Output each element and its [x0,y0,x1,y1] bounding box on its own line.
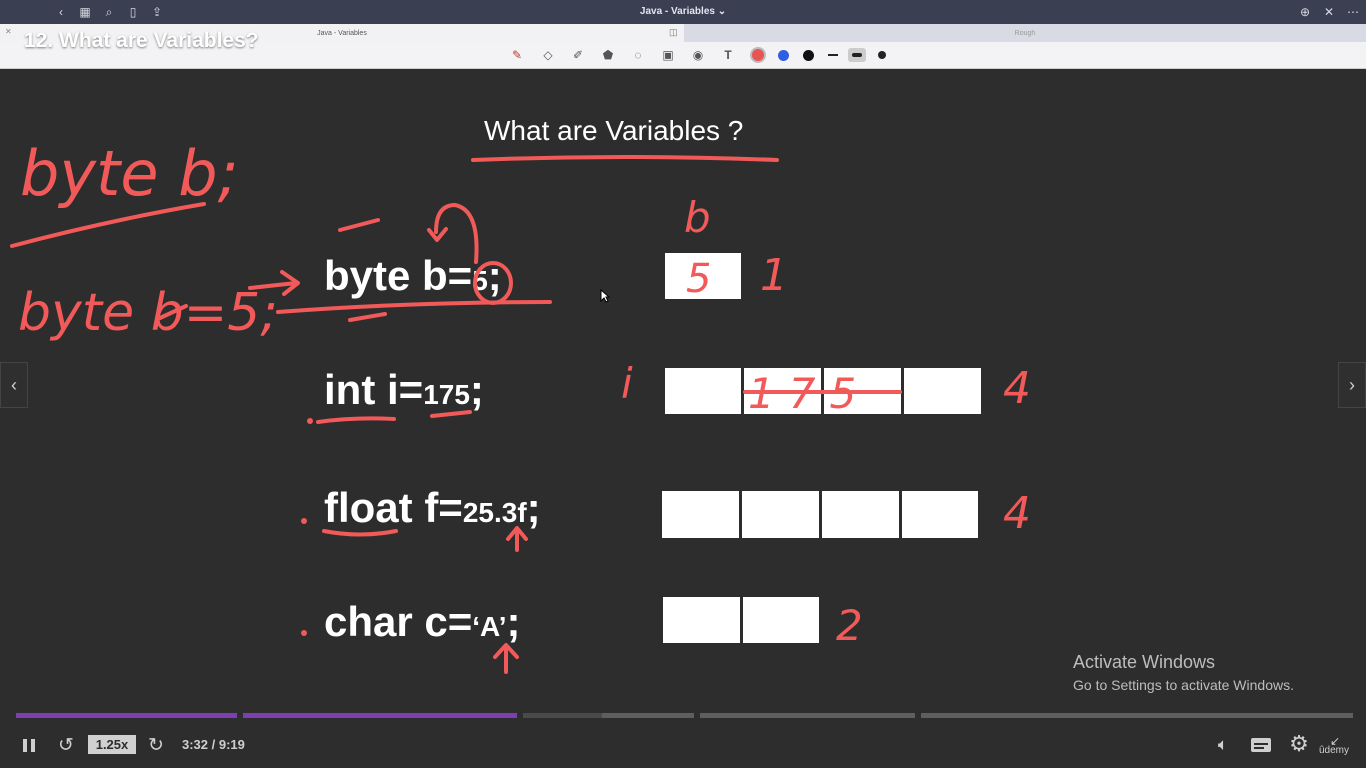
new-page-icon[interactable]: ⊕ [1297,4,1313,20]
next-lecture-button[interactable]: › [1338,362,1366,408]
left-note-byte-b-5: byte b=5; [18,283,278,343]
tab-rough[interactable]: Rough [684,24,1366,42]
collapse-icon: ↙ [1329,734,1341,748]
exit-fullscreen-button[interactable]: ↙ [1326,734,1344,748]
video-title: 12. What are Variables? [24,29,259,52]
memory-cell-byte [665,253,741,299]
divider-stroke [10,202,206,248]
activate-windows-title: Activate Windows [1073,652,1216,672]
arrow-shaft-stroke [248,281,298,290]
bullet-dot [307,418,313,424]
rewind-icon: ↺ [58,734,74,756]
size-float: 4 [1003,488,1031,539]
previous-lecture-button[interactable]: ‹ [0,362,28,408]
memory-cell-float-1 [662,491,739,538]
memory-cell-float-2 [742,491,819,538]
rewind-button[interactable]: ↺ [56,734,76,756]
size-int: 4 [1003,363,1031,414]
progress-chapter-3[interactable] [523,713,694,718]
tab-label: Java - Variables [317,29,367,37]
volume-icon: 🔈︎ [1217,735,1229,754]
memory-cell-int-1 [665,368,741,414]
chevron-left-icon: ‹ [11,374,17,395]
memory-cell-char-2 [743,597,819,643]
captions-icon [1251,738,1271,752]
progress-chapter-2[interactable] [243,713,517,718]
progress-chapter-5[interactable] [921,713,1353,718]
volume-button[interactable]: 🔈︎ [1212,735,1234,755]
color-black-swatch[interactable] [803,50,814,61]
forward-button[interactable]: ↻ [146,734,166,756]
char-arrow-stroke [493,643,519,674]
mouse-cursor-icon [600,289,610,303]
pause-button[interactable] [20,736,38,754]
code-line-int: int i=175; [324,366,484,413]
variable-label-i: i [621,359,633,408]
memory-cell-char-1 [663,597,740,643]
chevron-right-icon: › [1349,374,1355,395]
byte-underline-short-stroke [348,312,387,322]
memory-cell-int-3 [824,368,901,414]
more-icon[interactable]: ⋯ [1345,4,1361,20]
bullet-dot [301,518,307,524]
tab-label: Rough [1014,29,1036,37]
memory-cell-float-4 [902,491,978,538]
stroke-thin-option[interactable] [828,54,838,56]
code-line-char: char c=‘A’; [324,598,521,645]
left-note-byte-b: byte b; [20,137,238,210]
stroke-thick-option[interactable] [878,51,886,59]
variable-label-b: b [684,193,711,242]
image-icon[interactable]: ▣ [660,47,676,63]
code-line-float: float f=25.3f; [324,484,541,531]
eraser-icon[interactable]: ◇ [540,47,556,63]
progress-chapter-1[interactable] [16,713,237,718]
slide-title: What are Variables ? [484,115,744,146]
text-icon[interactable]: T [720,47,736,63]
code-line-byte: byte b=5; [324,252,502,299]
circle-arrow-head-stroke [427,227,448,242]
captions-button[interactable] [1250,736,1272,754]
forward-icon: ↻ [148,734,164,756]
byte-underline-stroke [276,300,552,314]
bullet-dot [301,630,307,636]
window-title[interactable]: Java - Variables ⌄ [0,6,1366,17]
close-icon[interactable]: ✕ [1321,4,1337,20]
tab-close-icon[interactable]: ✕ [5,27,12,36]
playback-time: 3:32 / 9:19 [182,737,245,752]
color-red-swatch[interactable] [752,49,764,61]
memory-cell-int-4 [904,368,981,414]
memory-cell-int-2 [744,368,821,414]
byte-dash-stroke [338,218,380,232]
pen-icon[interactable]: ✎ [509,47,525,63]
lasso-icon[interactable]: ◌ [630,47,646,63]
activate-windows-subtitle: Go to Settings to activate Windows. [1073,677,1294,693]
color-blue-swatch[interactable] [778,50,789,61]
activate-windows-watermark: Activate Windows Go to Settings to activ… [1073,652,1294,693]
size-byte: 1 [760,250,788,301]
split-view-icon[interactable]: ◫ [669,27,678,38]
left-dash-stroke [158,304,188,320]
progress-chapter-4[interactable] [700,713,915,718]
size-char: 2 [836,601,863,650]
highlighter-icon[interactable]: ✐ [570,47,586,63]
memory-cell-float-3 [822,491,899,538]
arrow-head-stroke [280,270,300,296]
int-underline-stroke [316,416,396,424]
camera-icon[interactable]: ◉ [690,47,706,63]
stroke-medium-option[interactable] [848,48,866,62]
shapes-icon[interactable]: ⬟ [600,47,616,63]
window-titlebar: ‹ ▦ ⌕ ▯ ⇪ Java - Variables ⌄ ⊕ ✕ ⋯ [0,0,1366,24]
playback-speed-button[interactable]: 1.25x [88,735,136,754]
title-underline-stroke [471,155,779,162]
